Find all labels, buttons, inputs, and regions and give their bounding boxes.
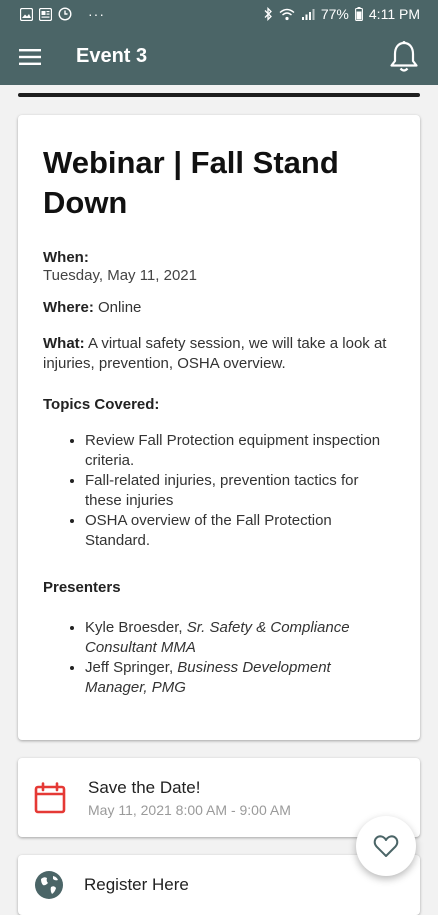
sync-notification-icon (58, 7, 72, 21)
list-item: Jeff Springer, Business Development Mana… (85, 658, 396, 698)
save-the-date-title: Save the Date! (88, 777, 201, 797)
presenter-name: Kyle Broesder, (85, 619, 183, 636)
calendar-icon (34, 781, 66, 813)
register-card[interactable]: Register Here (18, 855, 420, 915)
more-notifications-indicator: ··· (88, 6, 105, 22)
save-the-date-card[interactable]: Save the Date! May 11, 2021 8:00 AM - 9:… (18, 758, 420, 837)
notifications-button[interactable] (386, 39, 422, 75)
status-time: 4:11 PM (368, 6, 420, 22)
when-label: When: (43, 249, 89, 266)
wifi-icon (279, 8, 295, 20)
when-section: When: Tuesday, May 11, 2021 (43, 249, 396, 286)
list-item: OSHA overview of the Fall Protection Sta… (85, 511, 396, 551)
presenters-list: Kyle Broesder, Sr. Safety & Compliance C… (43, 618, 396, 698)
what-label: What: (43, 335, 85, 352)
save-the-date-text: Save the Date! May 11, 2021 8:00 AM - 9:… (88, 778, 291, 818)
page-title: Event 3 (76, 45, 148, 67)
favorite-button[interactable] (356, 816, 416, 876)
app-bar: Event 3 (0, 28, 438, 85)
when-value: Tuesday, May 11, 2021 (43, 267, 197, 284)
bell-icon (390, 40, 418, 72)
globe-icon (35, 871, 63, 899)
list-item: Fall-related injuries, prevention tactic… (85, 471, 396, 511)
where-section: Where: Online (43, 298, 396, 318)
event-details-card: Webinar | Fall Stand Down When: Tuesday,… (18, 115, 420, 740)
status-bar-right: 77% 4:11 PM (263, 6, 420, 22)
event-title: Webinar | Fall Stand Down (43, 145, 339, 220)
hamburger-menu-icon (19, 48, 41, 65)
battery-percent: 77% (320, 6, 349, 22)
status-bar: ··· 77% 4:11 PM (0, 0, 438, 28)
presenter-name: Jeff Springer, (85, 659, 174, 676)
presenters-heading: Presenters (43, 579, 121, 596)
menu-button[interactable] (18, 45, 42, 69)
what-section: What: A virtual safety session, we will … (43, 334, 396, 374)
signal-icon (301, 8, 315, 20)
bluetooth-icon (264, 7, 272, 21)
event-time-range: May 11, 2021 8:00 AM - 9:00 AM (88, 801, 291, 818)
where-label: Where: (43, 299, 94, 316)
list-item: Review Fall Protection equipment inspect… (85, 431, 396, 471)
what-value: A virtual safety session, we will take a… (43, 335, 387, 372)
register-link[interactable]: Register Here (84, 875, 189, 895)
battery-icon (354, 7, 363, 21)
list-item: Kyle Broesder, Sr. Safety & Compliance C… (85, 618, 396, 658)
topics-heading: Topics Covered: (43, 396, 160, 413)
where-value: Online (98, 299, 142, 316)
news-notification-icon (39, 7, 52, 21)
image-notification-icon (20, 7, 33, 21)
status-bar-left: ··· (20, 6, 105, 22)
heart-icon (373, 835, 399, 857)
scroll-divider (18, 93, 420, 97)
topics-list: Review Fall Protection equipment inspect… (43, 431, 396, 551)
